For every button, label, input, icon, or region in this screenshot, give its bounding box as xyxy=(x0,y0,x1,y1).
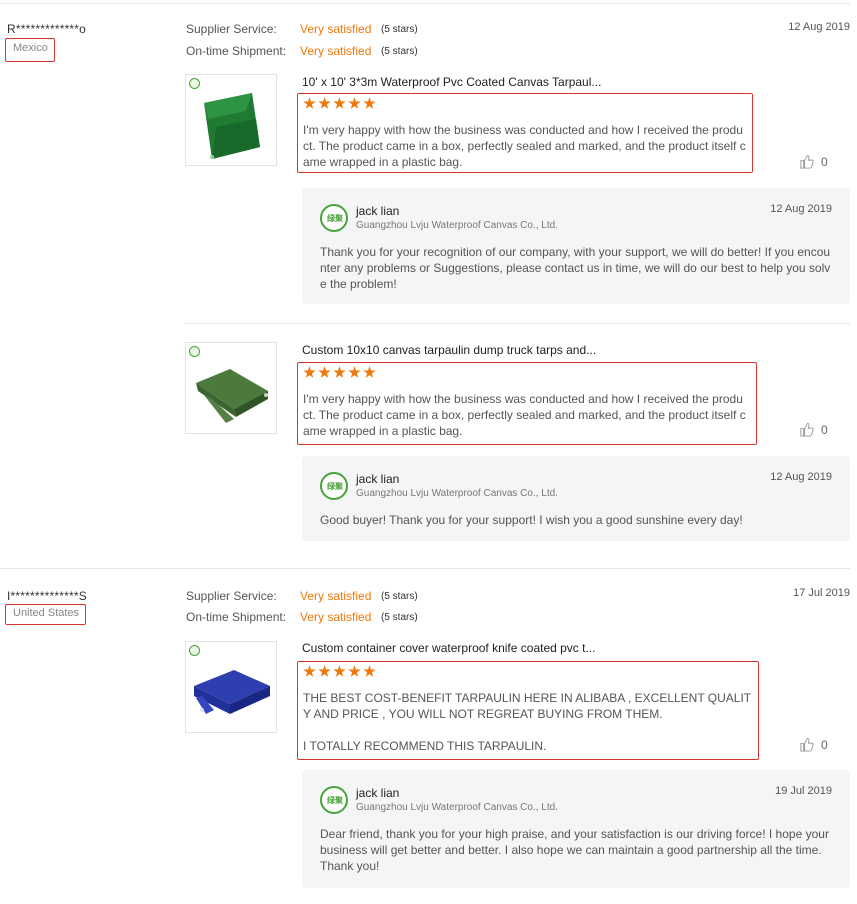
supplier-service-label: Supplier Service: xyxy=(186,22,277,36)
product-thumbnail[interactable] xyxy=(185,342,277,434)
green-badge-icon xyxy=(189,645,200,656)
buyer-name: I**************S xyxy=(7,589,87,603)
helpful-button[interactable]: 0 xyxy=(799,422,828,437)
supplier-reply: 绿聚 jack lian Guangzhou Lvju Waterproof C… xyxy=(302,456,850,541)
review-content: THE BEST COST-BENEFIT TARPAULIN HERE IN … xyxy=(297,661,759,760)
supplier-logo: 绿聚 xyxy=(320,204,348,232)
reply-text: Thank you for your recognition of our co… xyxy=(320,245,831,291)
buyer-country: Mexico xyxy=(5,38,55,62)
helpful-count: 0 xyxy=(821,737,828,752)
review-content: I'm very happy with how the business was… xyxy=(297,362,757,445)
reply-date: 12 Aug 2019 xyxy=(770,203,832,215)
reply-company: Guangzhou Lvju Waterproof Canvas Co., Lt… xyxy=(356,488,558,499)
star-rating xyxy=(303,665,376,678)
supplier-logo: 绿聚 xyxy=(320,472,348,500)
reply-company: Guangzhou Lvju Waterproof Canvas Co., Lt… xyxy=(356,220,558,231)
helpful-count: 0 xyxy=(821,154,828,169)
reply-name: jack lian xyxy=(356,472,400,486)
star-icon xyxy=(303,97,316,109)
reply-name: jack lian xyxy=(356,786,400,800)
star-rating xyxy=(303,366,376,379)
star-rating xyxy=(303,97,376,110)
star-icon xyxy=(348,97,361,109)
product-title[interactable]: Custom container cover waterproof knife … xyxy=(302,641,595,655)
helpful-count: 0 xyxy=(821,422,828,437)
star-icon xyxy=(333,97,346,109)
tarpaulin-image xyxy=(194,670,270,714)
item-divider xyxy=(185,323,850,324)
shipment-stars: (5 stars) xyxy=(381,612,418,623)
star-icon xyxy=(348,366,361,378)
product-title[interactable]: Custom 10x10 canvas tarpaulin dump truck… xyxy=(302,343,596,357)
review-text: I'm very happy with how the business was… xyxy=(303,123,746,169)
shipment-label: On-time Shipment: xyxy=(186,610,287,624)
star-icon xyxy=(318,366,331,378)
review-date: 17 Jul 2019 xyxy=(793,587,850,599)
supplier-reply: 绿聚 jack lian Guangzhou Lvju Waterproof C… xyxy=(302,770,850,888)
star-icon xyxy=(303,366,316,378)
star-icon xyxy=(363,97,376,109)
reply-text: Good buyer! Thank you for your support! … xyxy=(320,513,743,527)
product-title[interactable]: 10' x 10' 3*3m Waterproof Pvc Coated Can… xyxy=(302,75,601,89)
reply-date: 12 Aug 2019 xyxy=(770,471,832,483)
tarpaulin-image xyxy=(196,369,268,423)
shipment-value: Very satisfied xyxy=(300,610,372,624)
supplier-service-stars: (5 stars) xyxy=(381,24,418,35)
green-badge-icon xyxy=(189,346,200,357)
star-icon xyxy=(318,665,331,677)
review-text: THE BEST COST-BENEFIT TARPAULIN HERE IN … xyxy=(303,691,752,753)
green-badge-icon xyxy=(189,78,200,89)
reply-name: jack lian xyxy=(356,204,400,218)
helpful-button[interactable]: 0 xyxy=(799,154,828,169)
supplier-logo: 绿聚 xyxy=(320,786,348,814)
top-divider xyxy=(0,3,850,4)
review-text: I'm very happy with how the business was… xyxy=(303,392,746,438)
thumbs-up-icon xyxy=(800,737,814,752)
review-date: 12 Aug 2019 xyxy=(788,21,850,33)
star-icon xyxy=(333,366,346,378)
supplier-service-stars: (5 stars) xyxy=(381,591,418,602)
star-icon xyxy=(303,665,316,677)
supplier-reply: 绿聚 jack lian Guangzhou Lvju Waterproof C… xyxy=(302,188,850,304)
shipment-value: Very satisfied xyxy=(300,44,372,58)
supplier-service-label: Supplier Service: xyxy=(186,589,277,603)
thumbs-up-icon xyxy=(800,154,814,169)
star-icon xyxy=(318,97,331,109)
star-icon xyxy=(333,665,346,677)
shipment-label: On-time Shipment: xyxy=(186,44,287,58)
supplier-service-value: Very satisfied xyxy=(300,589,372,603)
helpful-button[interactable]: 0 xyxy=(799,737,828,752)
buyer-country: United States xyxy=(5,604,87,625)
buyer-name: R*************o xyxy=(7,22,87,36)
star-icon xyxy=(363,366,376,378)
review-divider xyxy=(0,568,850,569)
tarpaulin-image xyxy=(204,93,260,159)
thumbs-up-icon xyxy=(800,422,814,437)
reply-company: Guangzhou Lvju Waterproof Canvas Co., Lt… xyxy=(356,802,558,813)
supplier-service-value: Very satisfied xyxy=(300,22,372,36)
shipment-stars: (5 stars) xyxy=(381,46,418,57)
reply-date: 19 Jul 2019 xyxy=(775,785,832,797)
star-icon xyxy=(348,665,361,677)
product-thumbnail[interactable] xyxy=(185,74,277,166)
product-thumbnail[interactable] xyxy=(185,641,277,733)
reply-text: Dear friend, thank you for your high pra… xyxy=(320,827,829,873)
star-icon xyxy=(363,665,376,677)
review-content: I'm very happy with how the business was… xyxy=(297,93,753,173)
